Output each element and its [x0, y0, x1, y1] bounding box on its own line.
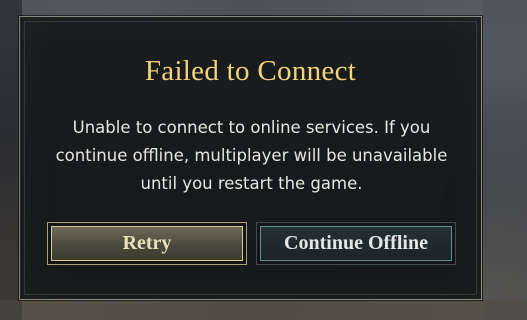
dialog-title: Failed to Connect [144, 55, 357, 87]
connection-error-dialog: Failed to Connect Unable to connect to o… [19, 16, 482, 300]
background-ground [0, 300, 527, 320]
retry-button-label: Retry [122, 232, 172, 254]
dialog-message: Unable to connect to online services. If… [55, 118, 448, 193]
retry-button[interactable]: Retry [47, 222, 247, 265]
continue-offline-button-label: Continue Offline [284, 232, 428, 254]
background-building-right [483, 0, 527, 320]
continue-offline-button[interactable]: Continue Offline [256, 222, 456, 265]
